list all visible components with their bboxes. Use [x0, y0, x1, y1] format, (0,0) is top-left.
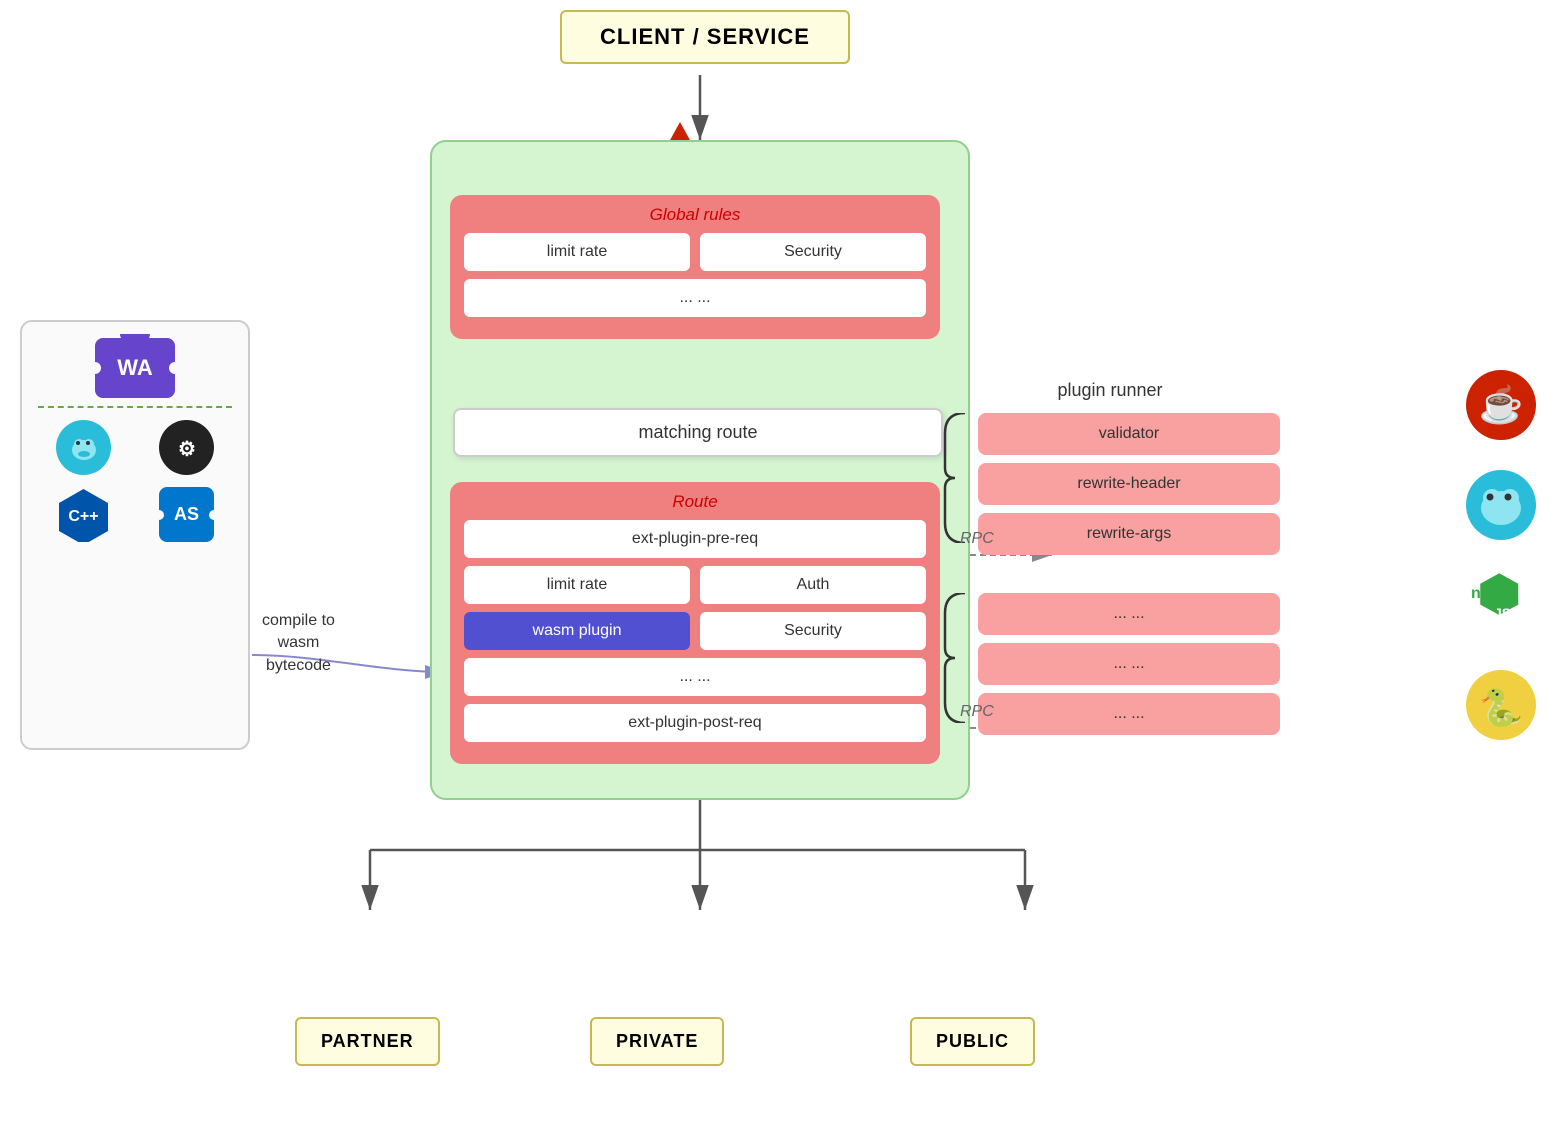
validator-plugin: validator — [978, 413, 1280, 455]
language-icons-grid: ⚙ C++ AS — [38, 420, 232, 542]
security-global-plugin: Security — [700, 233, 926, 271]
rewrite-args-plugin: rewrite-args — [978, 513, 1280, 555]
route-limit-auth-row: limit rate Auth — [464, 566, 926, 604]
global-rules-plugin-row1: limit rate Security — [464, 233, 926, 271]
nodejs-icon: node JS — [1466, 570, 1536, 640]
svg-text:JS: JS — [1494, 605, 1511, 621]
route-ellipsis: ... ... — [464, 658, 926, 696]
private-destination: PRIVATE — [590, 1017, 724, 1066]
plugin-runner-title: plugin runner — [940, 380, 1280, 401]
rpc-label-bottom: RPC — [960, 703, 994, 721]
right-language-icons: ☕ node JS 🐍 — [1466, 370, 1536, 740]
limit-rate-route-plugin: limit rate — [464, 566, 690, 604]
security-route-plugin: Security — [700, 612, 926, 650]
route-box: Route ext-plugin-pre-req limit rate Auth… — [450, 482, 940, 764]
rust-icon: ⚙ — [159, 420, 214, 475]
ext-plugin-post-req: ext-plugin-post-req — [464, 704, 926, 742]
python-icon: 🐍 — [1466, 670, 1536, 740]
route-post-req-row: ext-plugin-post-req — [464, 704, 926, 742]
matching-route-box: matching route — [453, 408, 943, 457]
ext-plugin-pre-req: ext-plugin-pre-req — [464, 520, 926, 558]
java-icon: ☕ — [1466, 370, 1536, 440]
route-title: Route — [464, 492, 926, 512]
global-rules-box: Global rules limit rate Security ... ... — [450, 195, 940, 339]
partner-destination: PARTNER — [295, 1017, 440, 1066]
global-rules-title: Global rules — [464, 205, 926, 225]
bottom-plugin-3: ... ... — [978, 693, 1280, 735]
route-wasm-security-row: wasm plugin Security — [464, 612, 926, 650]
svg-text:🐍: 🐍 — [1479, 687, 1524, 728]
client-service-box: CLIENT / SERVICE — [560, 10, 850, 64]
bottom-plugin-2: ... ... — [978, 643, 1280, 685]
rewrite-header-plugin: rewrite-header — [978, 463, 1280, 505]
go-right-icon — [1466, 470, 1536, 540]
top-brace-icon — [940, 413, 970, 543]
auth-route-plugin: Auth — [700, 566, 926, 604]
limit-rate-global-plugin: limit rate — [464, 233, 690, 271]
svg-text:C++: C++ — [68, 508, 98, 525]
svg-text:⚙: ⚙ — [178, 438, 196, 460]
wa-icon: WA — [95, 338, 175, 398]
dashed-separator — [38, 406, 232, 408]
as-icon: AS — [159, 487, 214, 542]
global-rules-plugin-row2: ... ... — [464, 279, 926, 317]
public-destination: PUBLIC — [910, 1017, 1035, 1066]
rpc-label-top: RPC — [960, 530, 994, 548]
compile-text: compile towasmbytecode — [262, 610, 335, 677]
wasm-plugin: wasm plugin — [464, 612, 690, 650]
bottom-plugin-1: ... ... — [978, 593, 1280, 635]
route-ellipsis-row: ... ... — [464, 658, 926, 696]
go-icon — [56, 420, 111, 475]
route-pre-req-row: ext-plugin-pre-req — [464, 520, 926, 558]
wasm-languages-box: WA — [20, 320, 250, 750]
plugin-runner-container: plugin runner validator rewrite-header r… — [940, 380, 1280, 743]
ellipsis-global-plugin: ... ... — [464, 279, 926, 317]
